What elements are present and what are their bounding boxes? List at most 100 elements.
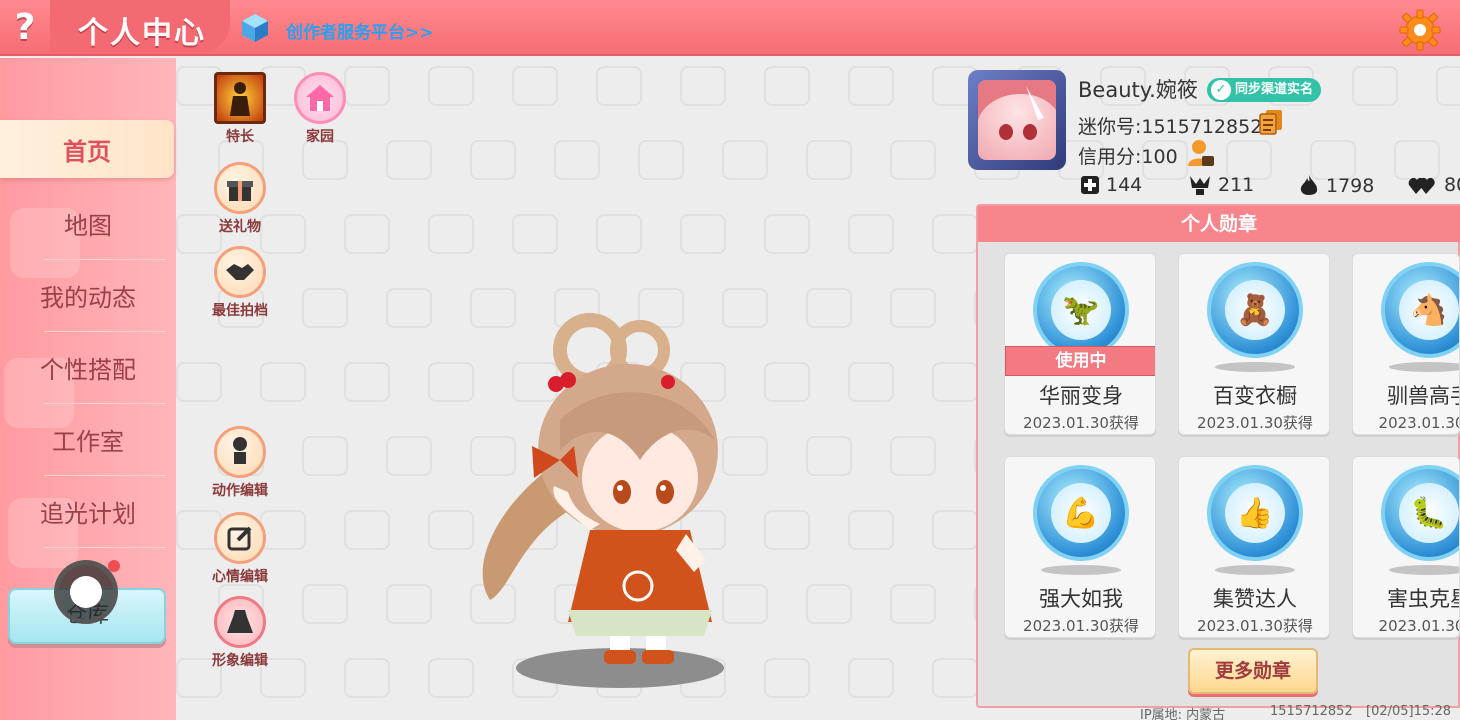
home-label: 家园 [306, 129, 334, 145]
background-tile [1352, 66, 1398, 106]
tamer-icon: 🐴 [1399, 280, 1459, 340]
background-tile [344, 214, 390, 254]
badge-card[interactable]: 🧸 百变衣橱 2023.01.30获得 [1178, 253, 1330, 435]
background-tile [302, 288, 348, 328]
mini-id: 迷你号:1515712852 [1078, 116, 1263, 138]
thumbs-up-icon: 👍 [1225, 483, 1285, 543]
badge-name: 害虫克星 [1387, 587, 1459, 611]
motion-edit-label: 动作编辑 [212, 483, 268, 499]
background-tile [806, 436, 852, 476]
badge-name: 驯兽高手 [1387, 384, 1459, 408]
badge-date: 2023.01.30获得 [1197, 414, 1313, 432]
handshake-icon [214, 246, 266, 298]
background-tile [596, 214, 642, 254]
credit-person-icon[interactable] [1186, 138, 1216, 168]
badge-date: 2023.01.30获 [1378, 414, 1459, 432]
dinosaur-costume-icon: 🦖 [1051, 280, 1111, 340]
send-gift-button[interactable]: 送礼物 [200, 162, 280, 236]
specialty-label: 特长 [226, 129, 254, 145]
background-tile [554, 140, 600, 180]
stat-likes[interactable]: 80 [1408, 174, 1460, 196]
sidebar-item-light-chasing-plan[interactable]: 追光计划 [0, 478, 176, 548]
sidebar-item-my-feed[interactable]: 我的动态 [0, 262, 176, 332]
gift-icon [214, 162, 266, 214]
mood-edit-button[interactable]: 心情编辑 [200, 512, 280, 586]
character-avatar[interactable] [450, 310, 750, 700]
footer-timestamp: [02/05]15:28 [1366, 704, 1452, 719]
ip-location: IP属地: 内蒙古 [1140, 708, 1226, 720]
badge-date: 2023.01.30获得 [1023, 617, 1139, 635]
profile-avatar-frame[interactable] [968, 70, 1066, 170]
copy-icon[interactable] [1258, 108, 1284, 136]
home-button[interactable]: 家园 [280, 72, 360, 146]
background-tile [302, 140, 348, 180]
badge-card[interactable]: 👍 集赞达人 2023.01.30获得 [1178, 456, 1330, 638]
background-tile [176, 362, 222, 402]
credit-score: 信用分:100 [1078, 146, 1178, 168]
stat-heat[interactable]: 1798 [1298, 174, 1374, 198]
background-tile [344, 362, 390, 402]
creator-platform-link[interactable]: 创作者服务平台>> [286, 18, 434, 43]
double-heart-icon [1408, 177, 1435, 194]
badge-card[interactable]: 💪 强大如我 2023.01.30获得 [1004, 456, 1156, 638]
background-tile [764, 66, 810, 106]
stat-heat-value: 1798 [1326, 175, 1375, 197]
background-tile [764, 214, 810, 254]
badge-card[interactable]: 🐴 驯兽高手 2023.01.30获 [1352, 253, 1460, 435]
background-tile [806, 288, 852, 328]
badge-date: 2023.01.30获得 [1197, 617, 1313, 635]
sidebar-item-outfit[interactable]: 个性搭配 [0, 334, 176, 404]
dress-icon [214, 596, 266, 648]
help-button[interactable]: ? [6, 6, 44, 50]
stat-posts[interactable]: 144 [1080, 174, 1142, 196]
best-partner-button[interactable]: 最佳拍档 [200, 246, 280, 320]
background-tile [764, 362, 810, 402]
image-edit-button[interactable]: 形象编辑 [200, 596, 280, 670]
pencil-square-icon [214, 512, 266, 564]
background-tile [512, 214, 558, 254]
settings-gear-icon[interactable] [1398, 8, 1442, 52]
realname-verified-badge[interactable]: 同步渠道实名 [1207, 78, 1322, 102]
background-tile [302, 436, 348, 476]
background-tile [344, 510, 390, 550]
badge-name: 集赞达人 [1213, 587, 1297, 611]
background-tile [848, 510, 894, 550]
top-bar: ? 个人中心 创作者服务平台>> [0, 0, 1460, 56]
background-tile [302, 584, 348, 624]
flame-icon [1300, 175, 1318, 195]
page-title: 个人中心 [78, 16, 206, 51]
medal-shadow [1215, 362, 1295, 372]
badge-card[interactable]: 🦖 使用中 华丽变身 2023.01.30获得 [1004, 253, 1156, 435]
background-tile [428, 214, 474, 254]
background-tile [680, 214, 726, 254]
stat-fans[interactable]: 211 [1188, 174, 1254, 196]
sidebar-item-studio[interactable]: 工作室 [0, 406, 176, 476]
badge-medal: 🦖 [1033, 262, 1129, 358]
sidebar-item-map[interactable]: 地图 [0, 190, 176, 260]
background-tile [680, 66, 726, 106]
background-tile [386, 288, 432, 328]
cube-icon[interactable] [240, 12, 270, 44]
specialty-button[interactable]: 特长 [200, 72, 280, 146]
strong-icon: 💪 [1051, 483, 1111, 543]
sidebar-item-home[interactable]: 首页 [0, 120, 174, 178]
more-badges-button[interactable]: 更多勋章 [1188, 648, 1318, 694]
notification-dot [108, 560, 120, 572]
background-tile [428, 66, 474, 106]
badge-panel-title: 个人勋章 [978, 206, 1460, 242]
background-tile [1436, 66, 1460, 106]
stat-likes-value: 80 [1444, 174, 1460, 196]
background-tile [890, 436, 936, 476]
in-use-tag: 使用中 [1005, 346, 1155, 376]
background-tile [722, 140, 768, 180]
background-tile [596, 66, 642, 106]
background-tile [386, 436, 432, 476]
motion-edit-button[interactable]: 动作编辑 [200, 426, 280, 500]
badge-medal: 💪 [1033, 465, 1129, 561]
background-tile [890, 584, 936, 624]
badge-date: 2023.01.30获得 [1023, 414, 1139, 432]
footer-user-id: 1515712852 [1270, 704, 1353, 719]
background-tile [848, 362, 894, 402]
background-tile [848, 658, 894, 698]
badge-card[interactable]: 🐛 害虫克星 2023.01.30获 [1352, 456, 1460, 638]
